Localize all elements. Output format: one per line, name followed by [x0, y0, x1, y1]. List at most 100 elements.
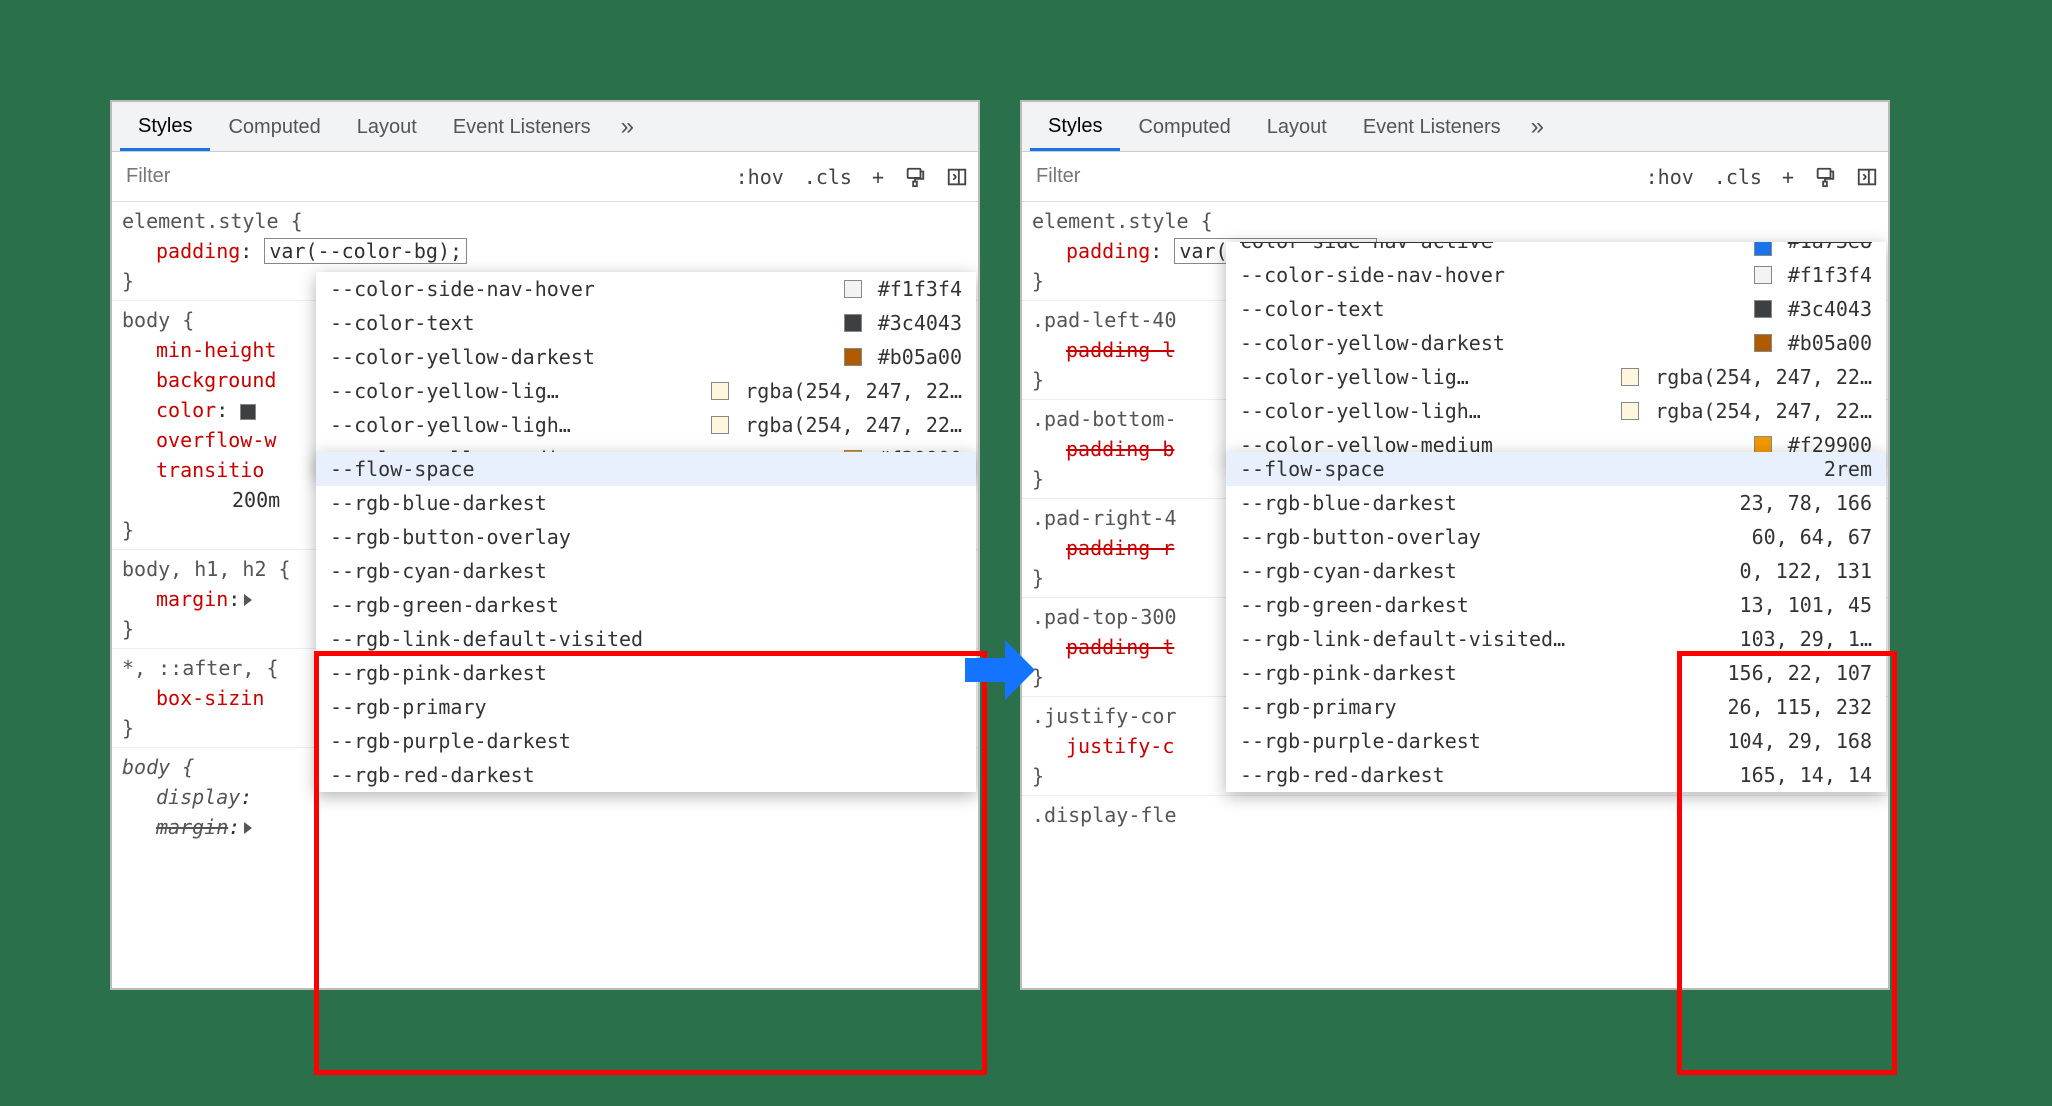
arrow-icon: [965, 640, 1035, 700]
dropdown-item-value: #f1f3f4: [1778, 260, 1872, 290]
dropdown-row[interactable]: --rgb-link-default-visited…103, 29, 1…: [1226, 622, 1886, 656]
paint-icon[interactable]: [1804, 152, 1846, 201]
dropdown-item-name: --rgb-primary: [330, 692, 962, 722]
dropdown-item-name: --rgb-link-default-visited…: [1240, 624, 1730, 654]
prop[interactable]: display: [156, 785, 240, 809]
dropdown-row[interactable]: --rgb-primary: [316, 690, 976, 724]
dropdown-row[interactable]: --rgb-green-darkest13, 101, 45: [1226, 588, 1886, 622]
dropdown-item-name: --flow-space: [330, 454, 962, 484]
cls-button[interactable]: .cls: [794, 152, 862, 201]
color-swatch: [1754, 266, 1772, 284]
prop-padding[interactable]: padding: [156, 239, 240, 263]
dropdown-row[interactable]: --color-yellow-darkest#b05a00: [1226, 326, 1886, 360]
sidebar-toggle-icon[interactable]: [936, 152, 978, 201]
dropdown-row[interactable]: --color-text#3c4043: [1226, 292, 1886, 326]
dropdown-row[interactable]: --rgb-green-darkest: [316, 588, 976, 622]
hov-button[interactable]: :hov: [726, 152, 794, 201]
dropdown-row[interactable]: --color-yellow-lig…rgba(254, 247, 22…: [1226, 360, 1886, 394]
expand-triangle-icon[interactable]: [244, 594, 252, 606]
prop[interactable]: color: [156, 398, 216, 422]
selector: .pad-top-300: [1032, 605, 1177, 629]
hov-button[interactable]: :hov: [1636, 152, 1704, 201]
tab-layout[interactable]: Layout: [1249, 104, 1345, 149]
selector: body {: [122, 755, 194, 779]
prop[interactable]: margin: [156, 587, 228, 611]
dropdown-row[interactable]: --rgb-link-default-visited: [316, 622, 976, 656]
dropdown-row[interactable]: --rgb-blue-darkest23, 78, 166: [1226, 486, 1886, 520]
prop[interactable]: min-height: [156, 338, 276, 362]
expand-triangle-icon[interactable]: [244, 822, 252, 834]
more-tabs-icon[interactable]: »: [609, 113, 646, 141]
dropdown-rows-left-bottom: --flow-space--rgb-blue-darkest--rgb-butt…: [316, 452, 976, 792]
dropdown-row[interactable]: --flow-space2rem: [1226, 452, 1886, 486]
dropdown-row[interactable]: --color-yellow-ligh…rgba(254, 247, 22…: [1226, 394, 1886, 428]
value-editor[interactable]: var(--color-bg);: [264, 238, 467, 264]
dropdown-row[interactable]: --color-yellow-ligh…rgba(254, 247, 22…: [316, 408, 976, 442]
dropdown-row[interactable]: --flow-space: [316, 452, 976, 486]
dropdown-row[interactable]: --rgb-red-darkest: [316, 758, 976, 792]
tab-styles[interactable]: Styles: [1030, 103, 1120, 151]
prop-padding[interactable]: padding: [1066, 239, 1150, 263]
dropdown-row[interactable]: --rgb-pink-darkest156, 22, 107: [1226, 656, 1886, 690]
dropdown-rows-top-r: --color-side-nav-hover#f1f3f4--color-tex…: [1226, 258, 1886, 462]
sidebar-toggle-icon[interactable]: [1846, 152, 1888, 201]
cls-button[interactable]: .cls: [1704, 152, 1772, 201]
dropdown-row[interactable]: --rgb-button-overlay: [316, 520, 976, 554]
dropdown-item-name: --rgb-link-default-visited: [330, 624, 962, 654]
var-dropdown-top[interactable]: --color-side-nav-hover#f1f3f4--color-tex…: [316, 272, 976, 476]
dropdown-row[interactable]: --color-side-nav-hover#f1f3f4: [316, 272, 976, 306]
prop[interactable]: padding-t: [1066, 635, 1174, 659]
dropdown-item-value: 0, 122, 131: [1730, 556, 1872, 586]
tab-layout[interactable]: Layout: [339, 104, 435, 149]
dropdown-row[interactable]: --rgb-pink-darkest: [316, 656, 976, 690]
dropdown-row[interactable]: --rgb-blue-darkest: [316, 486, 976, 520]
prop[interactable]: transitio: [156, 458, 264, 482]
tab-event-listeners[interactable]: Event Listeners: [1345, 104, 1519, 149]
tab-computed[interactable]: Computed: [1120, 104, 1248, 149]
var-dropdown-bottom[interactable]: --flow-space--rgb-blue-darkest--rgb-butt…: [316, 452, 976, 792]
color-swatch: [711, 416, 729, 434]
dropdown-item-name: --rgb-primary: [1240, 692, 1718, 722]
prop[interactable]: justify-c: [1066, 734, 1174, 758]
dropdown-row[interactable]: --color-yellow-darkest#b05a00: [316, 340, 976, 374]
dropdown-row[interactable]: --rgb-button-overlay60, 64, 67: [1226, 520, 1886, 554]
var-dropdown-top[interactable]: color side nav active #1a73e8 --color-si…: [1226, 242, 1886, 462]
selector: *, ::after, {: [122, 656, 279, 680]
var-dropdown-bottom[interactable]: --flow-space2rem--rgb-blue-darkest23, 78…: [1226, 452, 1886, 792]
dropdown-item-value: 13, 101, 45: [1730, 590, 1872, 620]
dropdown-row[interactable]: --rgb-purple-darkest104, 29, 168: [1226, 724, 1886, 758]
dropdown-row[interactable]: --rgb-purple-darkest: [316, 724, 976, 758]
color-swatch: [1621, 368, 1639, 386]
dropdown-row[interactable]: --rgb-cyan-darkest: [316, 554, 976, 588]
paint-icon[interactable]: [894, 152, 936, 201]
dropdown-row[interactable]: --rgb-primary26, 115, 232: [1226, 690, 1886, 724]
tab-styles[interactable]: Styles: [120, 103, 210, 151]
tab-computed[interactable]: Computed: [210, 104, 338, 149]
filter-input[interactable]: [112, 152, 726, 201]
dropdown-row[interactable]: --color-side-nav-hover#f1f3f4: [1226, 258, 1886, 292]
tabs-bar: Styles Computed Layout Event Listeners »: [1022, 102, 1888, 152]
dropdown-item-value: 165, 14, 14: [1730, 760, 1872, 790]
dropdown-item-value: #3c4043: [1778, 294, 1872, 324]
selector: .pad-left-40: [1032, 308, 1177, 332]
dropdown-row[interactable]: --color-text#3c4043: [316, 306, 976, 340]
dropdown-item-name: --rgb-button-overlay: [330, 522, 962, 552]
prop[interactable]: padding-l: [1066, 338, 1174, 362]
new-rule-button[interactable]: +: [1772, 152, 1804, 201]
filter-input[interactable]: [1022, 152, 1636, 201]
prop[interactable]: padding-r: [1066, 536, 1174, 560]
dropdown-item-value: rgba(254, 247, 22…: [735, 410, 962, 440]
prop[interactable]: overflow-w: [156, 428, 276, 452]
prop[interactable]: margin: [156, 815, 228, 839]
dropdown-row[interactable]: --rgb-cyan-darkest0, 122, 131: [1226, 554, 1886, 588]
dropdown-row[interactable]: --color-yellow-lig…rgba(254, 247, 22…: [316, 374, 976, 408]
dropdown-row[interactable]: color side nav active #1a73e8: [1226, 242, 1886, 258]
tab-event-listeners[interactable]: Event Listeners: [435, 104, 609, 149]
prop[interactable]: box-sizin: [156, 686, 264, 710]
dropdown-item-name: --rgb-cyan-darkest: [330, 556, 962, 586]
prop[interactable]: padding-b: [1066, 437, 1174, 461]
new-rule-button[interactable]: +: [862, 152, 894, 201]
dropdown-row[interactable]: --rgb-red-darkest165, 14, 14: [1226, 758, 1886, 792]
prop[interactable]: background: [156, 368, 276, 392]
more-tabs-icon[interactable]: »: [1519, 113, 1556, 141]
